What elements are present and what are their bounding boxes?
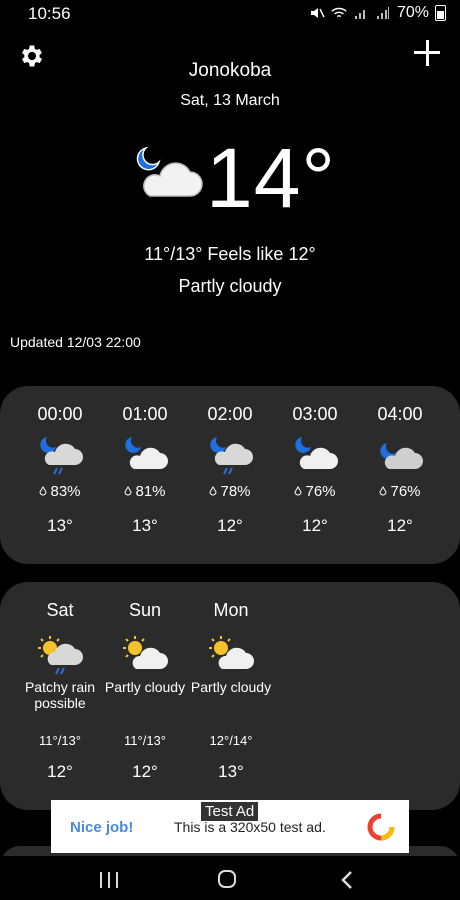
day-item: Sun Partly cloudy 11°/13° 12° <box>100 582 190 782</box>
recent-apps-icon[interactable] <box>100 872 118 888</box>
day-name: Sun <box>128 600 162 620</box>
droplet-icon <box>124 486 132 496</box>
humidity-value: 83% <box>50 483 81 500</box>
hour-temperature: 12° <box>387 516 413 535</box>
day-partly-cloudy-icon <box>209 636 254 669</box>
day-temperature: 12° <box>132 762 158 781</box>
night-overcast-icon <box>380 443 423 469</box>
hour-time: 04:00 <box>377 404 423 424</box>
day-rain-icon <box>38 636 83 675</box>
updated-time: Updated 12/03 22:00 <box>10 334 141 350</box>
hour-temperature: 12° <box>302 516 328 535</box>
hour-time: 03:00 <box>292 404 338 424</box>
status-icons: 70% <box>309 4 446 22</box>
daily-forecast-card[interactable]: Sat Patchy rain possible 11°/13° 12° Sun… <box>0 582 460 810</box>
day-temperature: 13° <box>218 762 244 781</box>
hour-time: 02:00 <box>207 404 253 424</box>
hour-item: 01:00 81% 13° <box>105 386 185 536</box>
status-time: 10:56 <box>28 4 71 23</box>
signal-icon-1 <box>354 10 365 19</box>
hour-item: 00:00 83% 13° <box>20 386 100 536</box>
droplet-icon <box>294 486 302 496</box>
wifi-icon <box>331 7 347 18</box>
humidity-value: 78% <box>220 483 251 500</box>
current-minmax-feels: 11°/13° Feels like 12° <box>144 244 316 264</box>
hour-humidity: 83% <box>20 483 100 500</box>
hour-temperature: 13° <box>132 516 158 535</box>
home-icon[interactable] <box>218 870 236 888</box>
droplet-icon <box>209 486 217 496</box>
night-partly-cloudy-icon <box>136 146 203 197</box>
humidity-value: 76% <box>390 483 421 500</box>
hour-humidity: 78% <box>190 483 270 500</box>
ad-nice-text[interactable]: Nice job! <box>70 819 133 836</box>
night-cloudy-icon <box>295 437 338 469</box>
day-name: Mon <box>213 600 249 620</box>
droplet-icon <box>379 486 387 496</box>
hour-item: 02:00 78% 12° <box>190 386 270 536</box>
mute-icon <box>310 8 325 18</box>
status-bar: 10:56 70% <box>0 0 460 28</box>
day-partly-cloudy-icon <box>123 636 168 669</box>
hour-item: 04:00 76% 12° <box>360 386 440 536</box>
hour-humidity: 76% <box>275 483 355 500</box>
day-temperature: 12° <box>47 762 73 781</box>
humidity-value: 81% <box>135 483 166 500</box>
current-date: Sat, 13 March <box>180 92 280 109</box>
hour-humidity: 76% <box>360 483 440 500</box>
night-cloudy-icon <box>125 437 168 469</box>
battery-percent: 70% <box>396 4 429 21</box>
ad-text[interactable]: This is a 320x50 test ad. <box>174 819 326 835</box>
hour-item: 03:00 76% 12° <box>275 386 355 536</box>
night-rain-icon <box>40 437 83 475</box>
hourly-forecast-card[interactable]: 00:00 83% 13° 01:00 81% 13° 02:00 78% 12… <box>0 386 460 564</box>
hour-humidity: 81% <box>105 483 185 500</box>
battery-icon <box>435 5 446 21</box>
day-condition: Patchy rain possible <box>24 679 96 711</box>
city-name: Jonokoba <box>188 60 272 81</box>
night-rain-icon <box>210 437 253 475</box>
current-condition: Partly cloudy <box>178 276 282 296</box>
hour-time: 01:00 <box>122 404 168 424</box>
day-minmax: 11°/13° <box>124 733 166 748</box>
day-item: Sat Patchy rain possible 11°/13° 12° <box>15 582 105 782</box>
day-condition: Partly cloudy <box>190 679 272 695</box>
day-name: Sat <box>46 600 74 620</box>
back-icon[interactable] <box>338 870 356 890</box>
signal-icon-2 <box>376 7 389 19</box>
hour-time: 00:00 <box>37 404 83 424</box>
ad-logo-icon[interactable] <box>366 813 396 841</box>
day-condition: Partly cloudy <box>104 679 186 695</box>
humidity-value: 76% <box>305 483 336 500</box>
current-temperature: 14° <box>206 131 337 225</box>
day-minmax: 12°/14° <box>209 733 253 748</box>
day-item: Mon Partly cloudy 12°/14° 13° <box>186 582 276 782</box>
day-minmax: 11°/13° <box>39 733 81 748</box>
droplet-icon <box>39 486 47 496</box>
hour-temperature: 12° <box>217 516 243 535</box>
hour-temperature: 13° <box>47 516 73 535</box>
